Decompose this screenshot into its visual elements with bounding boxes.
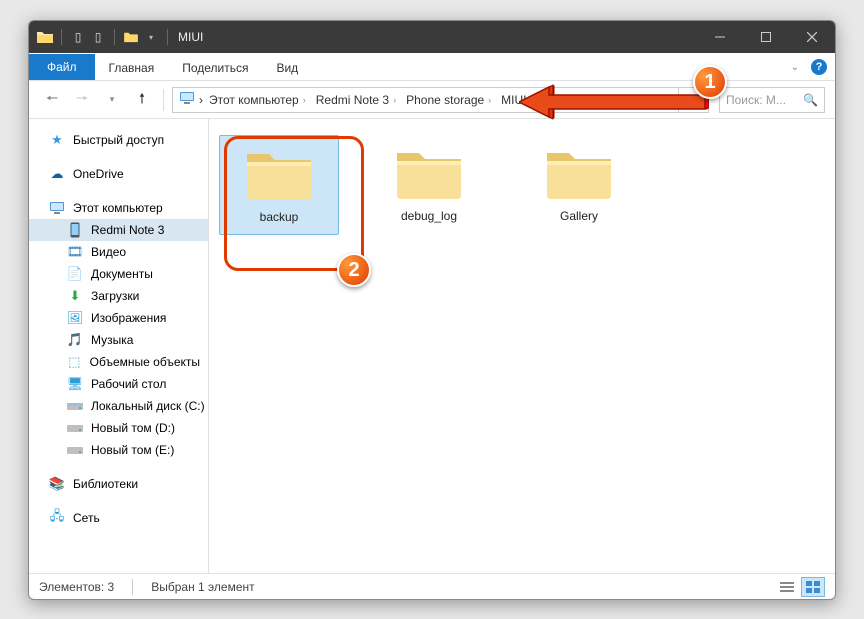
title-bar: ▯ ▯ ▾ MIUI — [29, 21, 835, 53]
download-icon: ⬇ — [67, 288, 83, 304]
folder-list: backup debug_log Galle — [219, 135, 825, 235]
search-icon[interactable]: 🔍 — [803, 93, 818, 107]
quick-access-toolbar: ▯ ▯ ▾ — [29, 28, 172, 46]
qat-dropdown-icon[interactable]: ▾ — [143, 28, 159, 46]
sidebar-libraries[interactable]: 📚 Библиотеки — [29, 473, 208, 495]
search-input[interactable] — [726, 93, 797, 107]
folder-small-icon — [123, 28, 139, 46]
star-icon: ★ — [49, 132, 65, 148]
pc-icon — [179, 91, 195, 108]
folder-icon — [543, 143, 615, 201]
sidebar-item-desktop[interactable]: 🖥 Рабочий стол — [29, 373, 208, 395]
breadcrumb-item[interactable]: Phone storage› — [402, 93, 495, 107]
phone-icon — [67, 222, 83, 238]
folder-label: Gallery — [560, 209, 598, 223]
folder-icon — [37, 28, 53, 46]
view-details-button[interactable] — [775, 577, 799, 597]
status-count: Элементов: 3 — [39, 580, 114, 594]
pc-icon — [49, 200, 65, 216]
folder-icon — [243, 144, 315, 202]
drive-icon — [67, 398, 83, 414]
music-icon: 🎵 — [67, 332, 83, 348]
sidebar-quick-access[interactable]: ★ Быстрый доступ — [29, 129, 208, 151]
status-bar: Элементов: 3 Выбран 1 элемент — [29, 573, 835, 599]
qat-item-icon[interactable]: ▯ — [90, 28, 106, 46]
explorer-window: ▯ ▯ ▾ MIUI Файл Главная Поделиться Вид ⌄… — [28, 20, 836, 600]
sidebar-item-device[interactable]: Redmi Note 3 — [29, 219, 208, 241]
qat-item-icon[interactable]: ▯ — [70, 28, 86, 46]
desktop-icon: 🖥 — [67, 376, 83, 392]
folder-icon — [393, 143, 465, 201]
annotation-callout-2: 2 — [337, 253, 371, 287]
explorer-body: ★ Быстрый доступ ☁ OneDrive Этот компьют… — [29, 119, 835, 573]
window-controls — [697, 21, 835, 53]
window-title: MIUI — [178, 30, 203, 44]
sidebar-item-downloads[interactable]: ⬇ Загрузки — [29, 285, 208, 307]
back-button[interactable]: 🠔 — [39, 87, 65, 113]
sidebar-item-drive-d[interactable]: Новый том (D:) — [29, 417, 208, 439]
cube-icon: ⬚ — [67, 354, 82, 370]
view-large-icons-button[interactable] — [801, 577, 825, 597]
ribbon-expand-icon[interactable]: ⌄ — [791, 62, 799, 73]
breadcrumb-item[interactable]: Этот компьютер› — [205, 93, 310, 107]
drive-icon — [67, 420, 83, 436]
sidebar-this-pc[interactable]: Этот компьютер — [29, 197, 208, 219]
help-icon[interactable]: ? — [811, 59, 827, 75]
folder-gallery[interactable]: Gallery — [519, 135, 639, 233]
sidebar-item-documents[interactable]: 📄 Документы — [29, 263, 208, 285]
navigation-pane: ★ Быстрый доступ ☁ OneDrive Этот компьют… — [29, 119, 209, 573]
recent-locations-button[interactable]: ▾ — [99, 87, 125, 113]
sidebar-item-drive-e[interactable]: Новый том (E:) — [29, 439, 208, 461]
sidebar-item-3d[interactable]: ⬚ Объемные объекты — [29, 351, 208, 373]
folder-backup[interactable]: backup — [219, 135, 339, 235]
address-bar[interactable]: › Этот компьютер› Redmi Note 3› Phone st… — [172, 87, 709, 113]
video-icon: 🎞 — [67, 244, 83, 260]
content-pane[interactable]: backup debug_log Galle — [209, 119, 835, 573]
document-icon: 📄 — [67, 266, 83, 282]
folder-debug-log[interactable]: debug_log — [369, 135, 489, 233]
minimize-button[interactable] — [697, 21, 743, 53]
ribbon-tab-home[interactable]: Главная — [95, 55, 169, 80]
forward-button[interactable]: 🠖 — [69, 87, 95, 113]
sidebar-network[interactable]: 🖧 Сеть — [29, 507, 208, 529]
ribbon-tab-view[interactable]: Вид — [262, 55, 312, 80]
sidebar-item-music[interactable]: 🎵 Музыка — [29, 329, 208, 351]
chevron-right-icon[interactable]: › — [199, 93, 203, 107]
search-box[interactable]: 🔍 — [719, 87, 825, 113]
maximize-button[interactable] — [743, 21, 789, 53]
picture-icon: 🖼 — [67, 310, 83, 326]
close-button[interactable] — [789, 21, 835, 53]
network-icon: 🖧 — [49, 510, 65, 526]
up-button[interactable]: 🠕 — [129, 87, 155, 113]
sidebar-item-videos[interactable]: 🎞 Видео — [29, 241, 208, 263]
breadcrumb-item[interactable]: MIUI› — [497, 93, 537, 107]
cloud-icon: ☁ — [49, 166, 65, 182]
breadcrumb-item[interactable]: Redmi Note 3› — [312, 93, 400, 107]
ribbon-tab-file[interactable]: Файл — [29, 54, 95, 80]
status-selection: Выбран 1 элемент — [151, 580, 254, 594]
sidebar-onedrive[interactable]: ☁ OneDrive — [29, 163, 208, 185]
ribbon-tab-share[interactable]: Поделиться — [168, 55, 262, 80]
address-dropdown-icon[interactable]: ⌄ — [660, 88, 676, 112]
annotation-callout-1: 1 — [693, 65, 727, 99]
drive-icon — [67, 442, 83, 458]
sidebar-item-pictures[interactable]: 🖼 Изображения — [29, 307, 208, 329]
sidebar-item-drive-c[interactable]: Локальный диск (C:) — [29, 395, 208, 417]
folder-label: debug_log — [401, 209, 457, 223]
folder-label: backup — [260, 210, 299, 224]
libraries-icon: 📚 — [49, 476, 65, 492]
